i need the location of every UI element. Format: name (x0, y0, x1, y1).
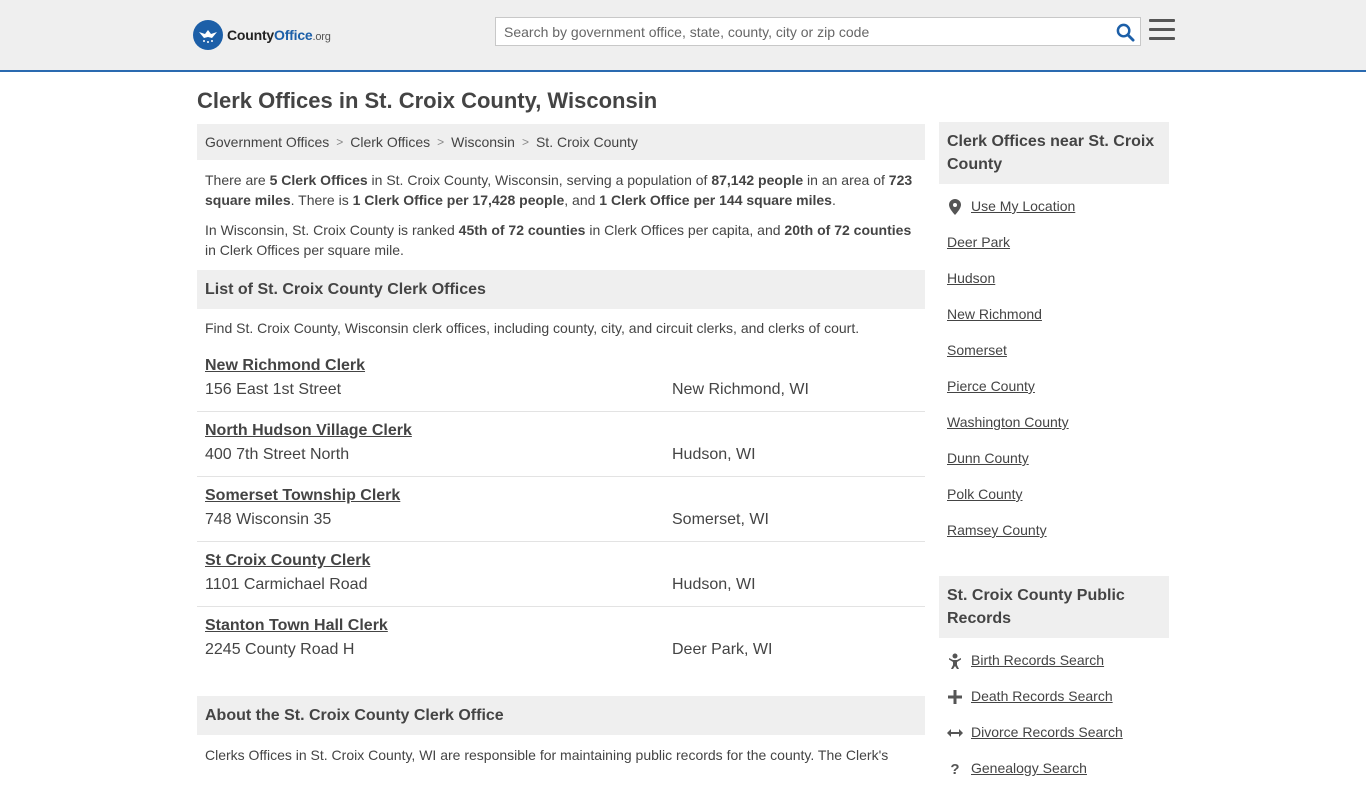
site-header: CountyOffice.org (0, 0, 1366, 72)
nearby-link-dunn-county[interactable]: Dunn County (947, 450, 1029, 466)
office-list-description: Find St. Croix County, Wisconsin clerk o… (205, 320, 860, 336)
list-item: North Hudson Village Clerk 400 7th Stree… (197, 412, 925, 477)
logo-wordmark: CountyOffice.org (227, 27, 331, 43)
office-city: Hudson, WI (672, 576, 756, 593)
office-address: 156 East 1st Street (205, 381, 342, 398)
breadcrumb-government-offices[interactable]: Government Offices (205, 134, 329, 150)
list-item: Birth Records Search (939, 652, 1169, 688)
intro-ranking-paragraph: In Wisconsin, St. Croix County is ranked… (205, 222, 912, 258)
office-address: 400 7th Street North (205, 446, 350, 463)
list-item: Washington County (939, 414, 1169, 450)
search-box (495, 17, 1141, 46)
office-name-link[interactable]: St Croix County Clerk (205, 552, 370, 570)
nearby-link-polk-county[interactable]: Polk County (947, 486, 1022, 502)
genealogy-search-link[interactable]: Genealogy Search (971, 760, 1087, 776)
list-item: Somerset Township Clerk 748 Wisconsin 35… (197, 477, 925, 542)
list-item: St Croix County Clerk 1101 Carmichael Ro… (197, 542, 925, 607)
breadcrumb-clerk-offices[interactable]: Clerk Offices (350, 134, 430, 150)
office-name-link[interactable]: Stanton Town Hall Clerk (205, 617, 388, 635)
hamburger-menu-icon[interactable] (1149, 19, 1175, 43)
list-item: Stanton Town Hall Clerk 2245 County Road… (197, 607, 925, 672)
eagle-seal-icon (193, 20, 223, 50)
list-item: Deer Park (939, 234, 1169, 270)
office-city: Somerset, WI (672, 511, 769, 528)
split-arrow-icon (947, 724, 963, 742)
breadcrumb-wisconsin[interactable]: Wisconsin (451, 134, 515, 150)
list-item: Divorce Records Search (939, 724, 1169, 760)
birth-records-link[interactable]: Birth Records Search (971, 652, 1104, 668)
nearby-link-hudson[interactable]: Hudson (947, 270, 995, 286)
list-item: Death Records Search (939, 688, 1169, 724)
nearby-offices-list: Use My Location Deer Park Hudson New Ric… (939, 184, 1169, 558)
office-list-heading: List of St. Croix County Clerk Offices (197, 270, 925, 309)
about-section: About the St. Croix County Clerk Office … (197, 696, 925, 765)
chevron-right-icon: > (521, 135, 529, 149)
office-name-link[interactable]: New Richmond Clerk (205, 357, 365, 375)
breadcrumb: Government Offices > Clerk Offices > Wis… (197, 124, 925, 160)
about-text: Clerks Offices in St. Croix County, WI a… (205, 747, 889, 763)
office-address: 748 Wisconsin 35 (205, 511, 332, 528)
death-records-link[interactable]: Death Records Search (971, 688, 1113, 704)
search-input[interactable] (496, 18, 1106, 45)
chevron-right-icon: > (336, 135, 344, 149)
nearby-link-new-richmond[interactable]: New Richmond (947, 306, 1042, 322)
nearby-link-ramsey-county[interactable]: Ramsey County (947, 522, 1047, 538)
use-my-location-link[interactable]: Use My Location (971, 198, 1075, 214)
nearby-link-deer-park[interactable]: Deer Park (947, 234, 1010, 250)
list-item: Pierce County (939, 378, 1169, 414)
sidebar: Clerk Offices near St. Croix County Use … (939, 122, 1169, 796)
office-name-link[interactable]: Somerset Township Clerk (205, 487, 400, 505)
nearby-link-pierce-county[interactable]: Pierce County (947, 378, 1035, 394)
nearby-link-washington-county[interactable]: Washington County (947, 414, 1069, 430)
office-name-link[interactable]: North Hudson Village Clerk (205, 422, 412, 440)
list-item: New Richmond Clerk 156 East 1st Street N… (197, 347, 925, 412)
list-item: Ramsey County (939, 522, 1169, 558)
page-title: Clerk Offices in St. Croix County, Wisco… (197, 88, 658, 113)
office-address: 2245 County Road H (205, 641, 355, 658)
list-item: Hudson (939, 270, 1169, 306)
divorce-records-link[interactable]: Divorce Records Search (971, 724, 1123, 740)
main-content: Government Offices > Clerk Offices > Wis… (197, 124, 925, 765)
nearby-link-somerset[interactable]: Somerset (947, 342, 1007, 358)
list-item: New Richmond (939, 306, 1169, 342)
office-list: New Richmond Clerk 156 East 1st Street N… (197, 347, 925, 672)
cross-icon (947, 688, 963, 706)
public-records-list: Birth Records Search Death Records Searc… (939, 638, 1169, 796)
search-icon (1116, 23, 1135, 42)
list-item: Somerset (939, 342, 1169, 378)
about-heading: About the St. Croix County Clerk Office (197, 696, 925, 735)
question-icon: ? (950, 760, 960, 778)
public-records-heading: St. Croix County Public Records (939, 576, 1169, 638)
nearby-offices-heading: Clerk Offices near St. Croix County (939, 122, 1169, 184)
office-address: 1101 Carmichael Road (205, 576, 368, 593)
list-item: ? Genealogy Search (939, 760, 1169, 796)
list-item: Dunn County (939, 450, 1169, 486)
search-button[interactable] (1114, 21, 1136, 43)
office-city: Deer Park, WI (672, 641, 773, 658)
map-pin-icon (947, 198, 963, 216)
list-item: Polk County (939, 486, 1169, 522)
office-city: Hudson, WI (672, 446, 756, 463)
intro-text: There are 5 Clerk Offices in St. Croix C… (197, 160, 925, 260)
baby-icon (947, 652, 963, 670)
intro-stats-paragraph: There are 5 Clerk Offices in St. Croix C… (205, 172, 913, 208)
breadcrumb-st-croix-county[interactable]: St. Croix County (536, 134, 638, 150)
list-item: Use My Location (939, 198, 1169, 234)
chevron-right-icon: > (437, 135, 445, 149)
office-city: New Richmond, WI (672, 381, 809, 398)
site-logo[interactable]: CountyOffice.org (193, 20, 331, 50)
